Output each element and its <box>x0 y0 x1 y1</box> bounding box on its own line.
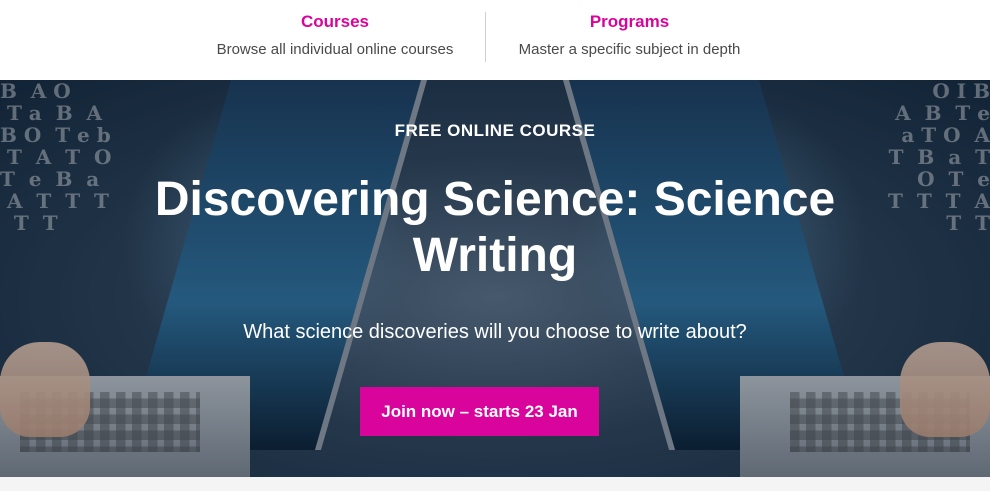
top-navigation: Courses Browse all individual online cou… <box>0 0 990 80</box>
course-type-label: FREE ONLINE COURSE <box>394 121 596 140</box>
nav-divider <box>485 12 486 62</box>
nav-item-programs[interactable]: Programs Master a specific subject in de… <box>492 10 767 60</box>
nav-courses-description: Browse all individual online courses <box>216 41 454 58</box>
nav-programs-title[interactable]: Programs <box>492 10 767 34</box>
course-title: Discovering Science: Science Writing <box>154 173 836 282</box>
nav-courses-title[interactable]: Courses <box>190 10 480 34</box>
join-now-button[interactable]: Join now – starts 23 Jan <box>360 387 599 436</box>
course-tagline: What science discoveries will you choose… <box>243 321 747 343</box>
nav-item-courses[interactable]: Courses Browse all individual online cou… <box>190 10 480 60</box>
hero-content: FREE ONLINE COURSE Discovering Science: … <box>0 80 990 477</box>
page-bottom-strip <box>0 477 990 491</box>
nav-programs-description: Master a specific subject in depth <box>518 41 741 58</box>
